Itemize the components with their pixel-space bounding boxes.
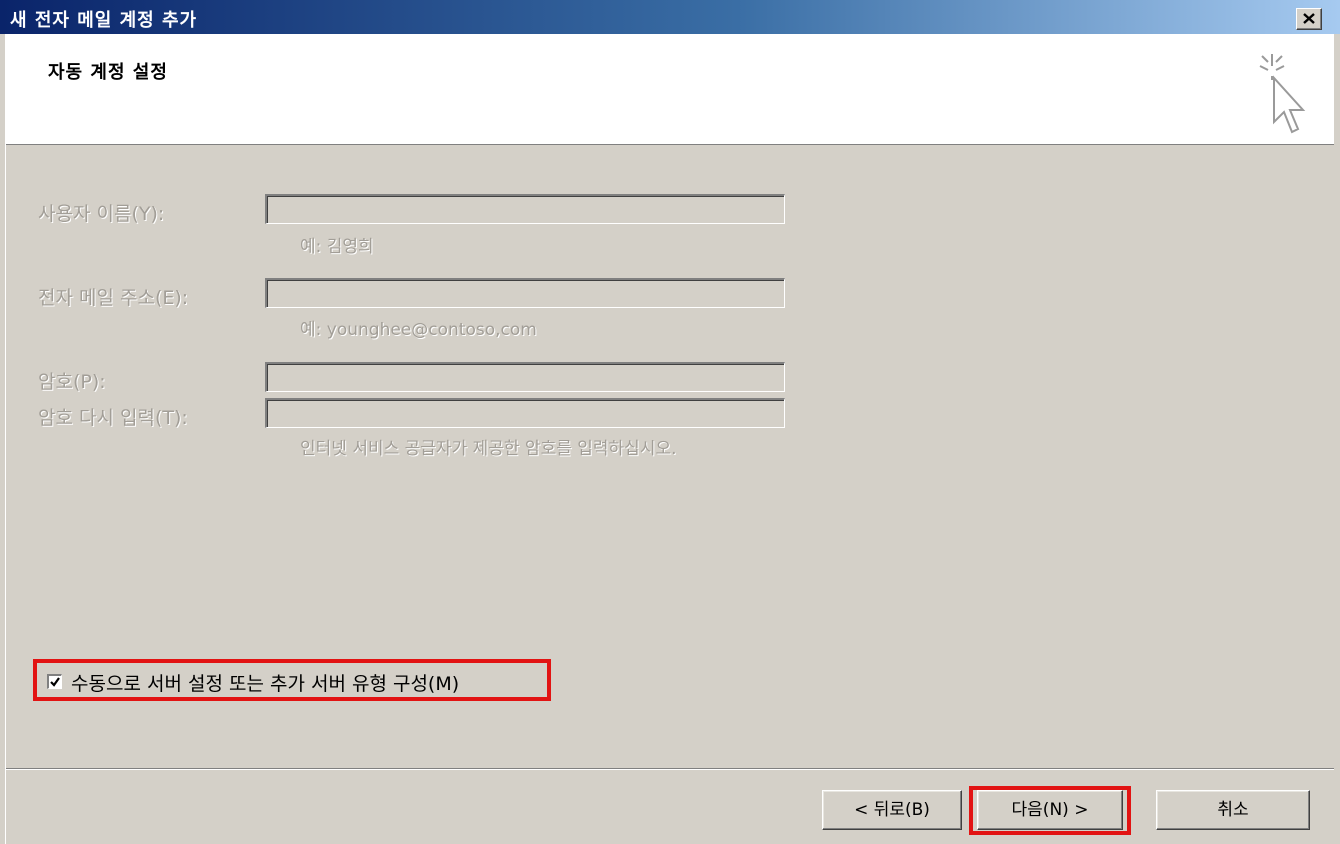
footer-divider: [6, 768, 1334, 770]
user-name-hint: 예: 김영희: [300, 237, 374, 257]
close-icon: [1303, 13, 1315, 24]
back-button[interactable]: < 뒤로(B): [822, 790, 962, 830]
password-confirm-input[interactable]: [265, 398, 785, 428]
close-button[interactable]: [1296, 8, 1322, 30]
manual-setup-checkbox[interactable]: [47, 674, 62, 689]
user-name-input[interactable]: [265, 194, 785, 224]
manual-setup-label: 수동으로 서버 설정 또는 추가 서버 유형 구성(M): [71, 673, 460, 695]
password-label: 암호(P):: [38, 371, 106, 393]
checkmark-icon: [50, 677, 60, 687]
email-label: 전자 메일 주소(E):: [38, 287, 189, 309]
next-button[interactable]: 다음(N) >: [977, 790, 1123, 830]
password-hint: 인터넷 서비스 공급자가 제공한 암호를 입력하십시오.: [300, 439, 677, 459]
add-email-account-dialog: 새 전자 메일 계정 추가 자동 계정 설정 사용자 이름(Y): 예: 김영희…: [0, 0, 1340, 844]
title-bar[interactable]: 새 전자 메일 계정 추가: [0, 0, 1340, 34]
password-input[interactable]: [265, 362, 785, 392]
manual-setup-checkbox-row[interactable]: 수동으로 서버 설정 또는 추가 서버 유형 구성(M): [33, 659, 551, 701]
page-title: 자동 계정 설정: [48, 62, 168, 83]
email-input[interactable]: [265, 278, 785, 308]
wizard-header: 자동 계정 설정: [6, 34, 1334, 145]
cancel-button[interactable]: 취소: [1156, 790, 1310, 830]
email-hint: 예: younghee@contoso,com: [300, 320, 537, 340]
password-confirm-label: 암호 다시 입력(T):: [38, 407, 188, 429]
wizard-sparkle-cursor-icon: [1259, 54, 1306, 134]
window-title: 새 전자 메일 계정 추가: [10, 10, 198, 31]
window-frame: [0, 34, 6, 844]
user-name-label: 사용자 이름(Y):: [38, 203, 165, 225]
